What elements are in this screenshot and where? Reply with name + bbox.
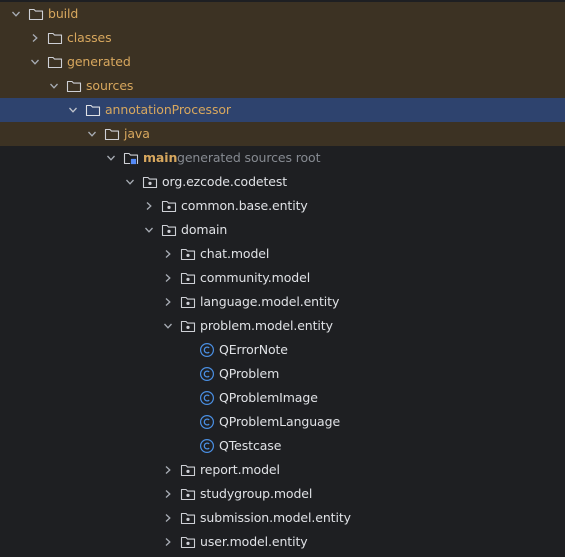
folder-icon (66, 80, 82, 93)
tree-node-qerrornote[interactable]: QErrorNote (0, 338, 565, 362)
chevron-down-icon[interactable] (141, 218, 157, 242)
chevron-down-icon[interactable] (8, 2, 24, 26)
tree-node-label: build (48, 6, 79, 21)
package-icon (180, 248, 196, 261)
tree-node-sources[interactable]: sources (0, 74, 565, 98)
tree-node-qtestcase[interactable]: QTestcase (0, 434, 565, 458)
tree-node-label: QTestcase (219, 438, 282, 453)
package-icon (180, 296, 196, 309)
tree-node-label: community.model (200, 270, 311, 285)
tree-node-domain[interactable]: domain (0, 218, 565, 242)
chevron-down-icon[interactable] (122, 170, 138, 194)
tree-node-classes[interactable]: classes (0, 26, 565, 50)
chevron-right-icon[interactable] (160, 530, 176, 554)
tree-node-label: org.ezcode.codetest (162, 174, 288, 189)
package-icon (161, 224, 177, 237)
tree-node-label: classes (67, 30, 112, 45)
class-icon (199, 342, 215, 358)
tree-node-label: QProblemImage (219, 390, 318, 405)
tree-node-label: annotationProcessor (105, 102, 231, 117)
source-root-hint: generated sources root (177, 150, 321, 165)
folder-icon (104, 128, 120, 141)
tree-node-label: java (124, 126, 150, 141)
chevron-right-icon[interactable] (160, 242, 176, 266)
tree-node-user-model-entity[interactable]: user.model.entity (0, 530, 565, 554)
tree-node-generated[interactable]: generated (0, 50, 565, 74)
project-tree: build classes generated sources annotati… (0, 0, 565, 557)
tree-node-label: submission.model.entity (200, 510, 351, 525)
tree-node-label: QProblemLanguage (219, 414, 341, 429)
folder-icon (47, 32, 63, 45)
package-icon (180, 464, 196, 477)
chevron-down-icon[interactable] (46, 74, 62, 98)
chevron-down-icon[interactable] (27, 50, 43, 74)
tree-node-qproblemlanguage[interactable]: QProblemLanguage (0, 410, 565, 434)
tree-node-label: sources (86, 78, 134, 93)
class-icon (199, 414, 215, 430)
package-icon (180, 536, 196, 549)
folder-icon (28, 8, 44, 21)
tree-node-label: QProblem (219, 366, 280, 381)
chevron-down-icon[interactable] (160, 314, 176, 338)
chevron-right-icon[interactable] (160, 458, 176, 482)
tree-node-community-model[interactable]: community.model (0, 266, 565, 290)
package-icon (180, 320, 196, 333)
chevron-down-icon[interactable] (84, 122, 100, 146)
folder-icon (85, 104, 101, 117)
tree-node-label: report.model (200, 462, 280, 477)
class-icon (199, 366, 215, 382)
tree-node-label: chat.model (200, 246, 270, 261)
tree-node-label: generated (67, 54, 131, 69)
source-root-icon (123, 152, 139, 165)
tree-node-submission-model-entity[interactable]: submission.model.entity (0, 506, 565, 530)
chevron-down-icon[interactable] (65, 98, 81, 122)
chevron-right-icon[interactable] (160, 482, 176, 506)
chevron-right-icon[interactable] (160, 506, 176, 530)
tree-node-studygroup-model[interactable]: studygroup.model (0, 482, 565, 506)
tree-node-label: studygroup.model (200, 486, 313, 501)
package-icon (180, 488, 196, 501)
tree-node-report-model[interactable]: report.model (0, 458, 565, 482)
tree-node-common-base-entity[interactable]: common.base.entity (0, 194, 565, 218)
tree-node-org-ezcode-codetest[interactable]: org.ezcode.codetest (0, 170, 565, 194)
chevron-down-icon[interactable] (103, 146, 119, 170)
tree-node-label: QErrorNote (219, 342, 288, 357)
tree-node-main[interactable]: main generated sources root (0, 146, 565, 170)
tree-node-qproblem[interactable]: QProblem (0, 362, 565, 386)
chevron-right-icon[interactable] (160, 266, 176, 290)
tree-node-chat-model[interactable]: chat.model (0, 242, 565, 266)
class-icon (199, 390, 215, 406)
tree-node-label: common.base.entity (181, 198, 308, 213)
tree-node-problem-model-entity[interactable]: problem.model.entity (0, 314, 565, 338)
chevron-right-icon[interactable] (160, 290, 176, 314)
package-icon (180, 272, 196, 285)
tree-node-label: main (143, 150, 178, 165)
chevron-right-icon[interactable] (141, 194, 157, 218)
tree-node-label: language.model.entity (200, 294, 340, 309)
class-icon (199, 438, 215, 454)
package-icon (161, 200, 177, 213)
tree-node-qproblemimage[interactable]: QProblemImage (0, 386, 565, 410)
tree-node-label: domain (181, 222, 228, 237)
tree-node-label: user.model.entity (200, 534, 308, 549)
tree-node-java[interactable]: java (0, 122, 565, 146)
package-icon (180, 512, 196, 525)
tree-node-build[interactable]: build (0, 2, 565, 26)
package-icon (142, 176, 158, 189)
chevron-right-icon[interactable] (27, 26, 43, 50)
folder-icon (47, 56, 63, 69)
tree-node-annotation-processor[interactable]: annotationProcessor (0, 98, 565, 122)
tree-node-language-model-entity[interactable]: language.model.entity (0, 290, 565, 314)
tree-node-label: problem.model.entity (200, 318, 333, 333)
